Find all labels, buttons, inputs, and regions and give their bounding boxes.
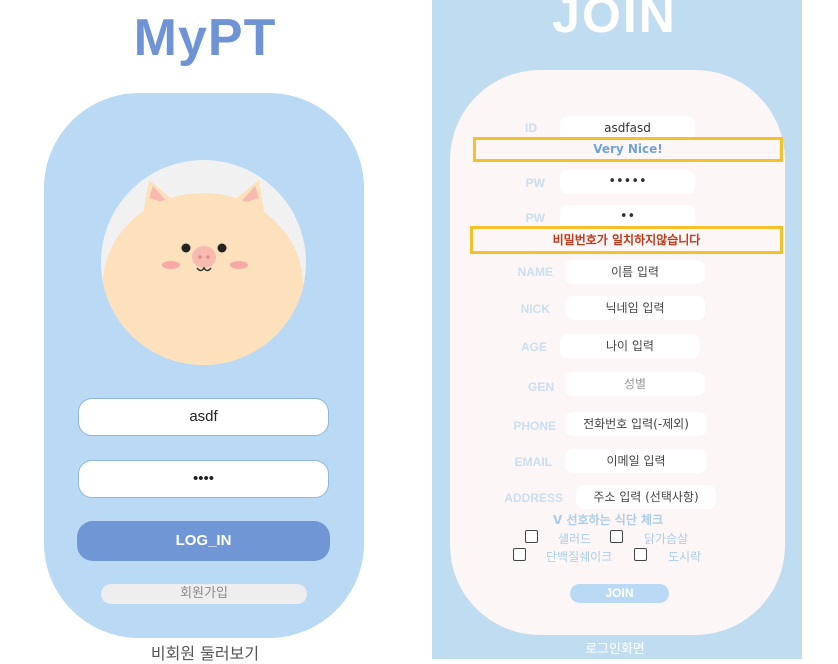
email-label: EMAIL bbox=[514, 455, 552, 469]
avatar bbox=[101, 160, 306, 365]
pw-confirm-label: PW bbox=[525, 211, 545, 225]
gender-label: GEN bbox=[527, 380, 554, 394]
back-to-login-link[interactable]: 로그인화면 bbox=[560, 638, 670, 657]
lunchbox-checkbox[interactable] bbox=[634, 548, 647, 561]
join-title: JOIN bbox=[552, 0, 677, 43]
age-label: AGE bbox=[520, 340, 547, 354]
diet-preference-title: V 선호하는 식단 체크 bbox=[553, 513, 664, 527]
address-label: ADDRESS bbox=[504, 491, 563, 505]
login-button[interactable]: LOG_IN bbox=[77, 521, 330, 561]
nick-label: NICK bbox=[520, 302, 550, 316]
guest-browse-link[interactable]: 비회원 둘러보기 bbox=[120, 640, 290, 664]
id-label: ID bbox=[525, 121, 537, 135]
join-pw-input[interactable]: ••••• bbox=[560, 170, 695, 194]
email-input[interactable]: 이메일 입력 bbox=[565, 449, 707, 473]
pw-mismatch-message: 비밀번호가 일치하지않습니다 bbox=[470, 226, 783, 254]
salad-label: 샐러드 bbox=[558, 532, 592, 546]
chicken-breast-checkbox[interactable] bbox=[610, 530, 623, 543]
address-input[interactable]: 주소 입력 (선택사항) bbox=[576, 485, 716, 509]
chicken-breast-label: 닭가슴살 bbox=[644, 532, 689, 546]
password-input[interactable]: •••• bbox=[78, 460, 329, 498]
app-title: MyPT bbox=[133, 9, 277, 67]
phone-input[interactable]: 전화번호 입력(-제외) bbox=[565, 412, 707, 436]
signup-button[interactable]: 회원가입 bbox=[101, 584, 307, 604]
phone-label: PHONE bbox=[513, 419, 556, 433]
cat-mascot-icon bbox=[103, 180, 303, 365]
protein-shake-checkbox[interactable] bbox=[513, 548, 526, 561]
salad-checkbox[interactable] bbox=[525, 530, 538, 543]
id-check-message: Very Nice! bbox=[473, 137, 783, 162]
lunchbox-label: 도시락 bbox=[668, 550, 702, 564]
join-button[interactable]: JOIN bbox=[570, 584, 669, 603]
id-input[interactable]: asdf bbox=[78, 398, 329, 436]
name-input[interactable]: 이름 입력 bbox=[565, 260, 705, 284]
name-label: NAME bbox=[517, 265, 553, 279]
age-input[interactable]: 나이 입력 bbox=[560, 334, 700, 358]
gender-input[interactable]: 성별 bbox=[565, 372, 705, 396]
pw-label: PW bbox=[525, 176, 545, 190]
nick-input[interactable]: 닉네임 입력 bbox=[565, 296, 705, 320]
protein-shake-label: 단백질쉐이크 bbox=[546, 550, 613, 564]
